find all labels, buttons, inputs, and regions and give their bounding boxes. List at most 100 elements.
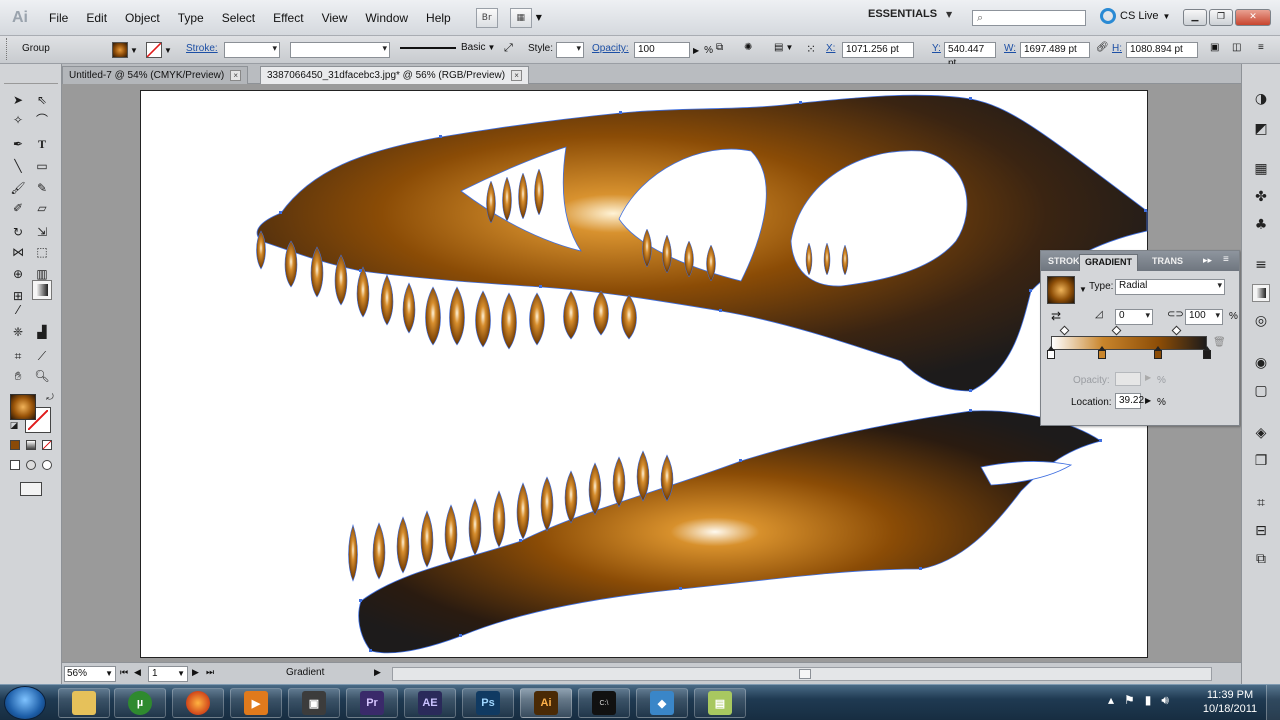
pathfinder-panel-icon[interactable]: ⧉ bbox=[1252, 550, 1270, 568]
system-clock[interactable]: 11:39 PM 10/18/2011 bbox=[1198, 688, 1262, 716]
type-tool-icon[interactable]: T bbox=[32, 134, 52, 154]
artboard-select[interactable]: 1 ▼ bbox=[148, 666, 188, 682]
swap-fill-stroke-icon[interactable]: ⤾ bbox=[40, 388, 60, 408]
menu-edit[interactable]: Edit bbox=[77, 11, 116, 25]
gripper[interactable] bbox=[6, 38, 8, 60]
x-label[interactable]: X: bbox=[826, 43, 835, 54]
height-input[interactable]: 1080.894 pt bbox=[1126, 42, 1198, 58]
taskbar-media-player[interactable]: ▶ bbox=[230, 688, 282, 718]
opacity-label[interactable]: Opacity: bbox=[592, 43, 629, 54]
align-icon[interactable]: ▤ ▼ bbox=[774, 42, 793, 53]
stroke-panel-icon[interactable]: ≡ bbox=[1252, 256, 1270, 274]
selection-tool-icon[interactable]: ➤ bbox=[8, 90, 28, 110]
free-transform-tool-icon[interactable]: ⬚ bbox=[32, 242, 52, 262]
menu-type[interactable]: Type bbox=[169, 11, 213, 25]
stop-location-input[interactable]: 39.22 bbox=[1115, 393, 1144, 409]
document-setup-icon[interactable]: ⧉ bbox=[716, 42, 723, 53]
layers-panel-icon[interactable]: ◈ bbox=[1252, 424, 1270, 442]
transparency-panel-icon[interactable]: ◎ bbox=[1252, 312, 1270, 330]
status-menu-arrow-icon[interactable]: ▶ bbox=[374, 667, 381, 678]
artboard[interactable] bbox=[140, 90, 1148, 658]
eraser-tool-icon[interactable]: ▱ bbox=[32, 198, 52, 218]
transform-panel-icon[interactable]: ⌗ bbox=[1252, 494, 1270, 512]
artboard-tool-icon[interactable]: ⌗ bbox=[8, 346, 28, 366]
close-icon[interactable]: × bbox=[511, 70, 523, 81]
line-tool-icon[interactable]: ╲ bbox=[8, 156, 28, 176]
help-search-input[interactable]: ⌕ bbox=[972, 10, 1086, 26]
gradient-stop[interactable] bbox=[1154, 346, 1162, 359]
appearance-panel-icon[interactable]: ◉ bbox=[1252, 354, 1270, 372]
gradient-stop[interactable] bbox=[1047, 346, 1055, 359]
gradient-stop[interactable] bbox=[1203, 346, 1211, 359]
rotate-tool-icon[interactable]: ↻ bbox=[8, 222, 28, 242]
w-label[interactable]: W: bbox=[1004, 43, 1016, 54]
chevron-down-icon[interactable]: ▼ bbox=[536, 13, 542, 22]
aspect-ratio-input[interactable]: 100 bbox=[1185, 309, 1223, 325]
graph-tool-icon[interactable]: ▟ bbox=[32, 322, 52, 342]
taskbar-virtualbox[interactable]: ◆ bbox=[636, 688, 688, 718]
magic-wand-tool-icon[interactable]: ✧ bbox=[8, 110, 28, 130]
screen-mode-button[interactable] bbox=[20, 482, 42, 496]
isolate-icon[interactable]: ◫ bbox=[1232, 42, 1241, 53]
taskbar-explorer[interactable] bbox=[58, 688, 110, 718]
swatches-panel-icon[interactable]: ▦ bbox=[1252, 160, 1270, 178]
brushes-panel-icon[interactable]: ✤ bbox=[1252, 188, 1270, 206]
workspace-switcher[interactable]: ESSENTIALS bbox=[868, 8, 937, 20]
reference-point-icon[interactable]: ⁙ bbox=[806, 42, 816, 56]
tab-active-document[interactable]: 3387066450_31dfacebc3.jpg* @ 56% (RGB/Pr… bbox=[260, 66, 530, 84]
draw-behind-button[interactable] bbox=[26, 460, 36, 470]
taskbar-photoshop[interactable]: Ps bbox=[462, 688, 514, 718]
pencil-tool-icon[interactable]: ✎ bbox=[32, 178, 52, 198]
y-label[interactable]: Y: bbox=[932, 43, 941, 54]
default-fill-stroke-icon[interactable]: ◪ bbox=[4, 416, 24, 436]
taskbar-notes[interactable]: ▤ bbox=[694, 688, 746, 718]
first-artboard-icon[interactable]: ⏮ bbox=[120, 667, 128, 678]
transform-icon[interactable]: ▣ bbox=[1210, 42, 1219, 53]
menu-effect[interactable]: Effect bbox=[264, 11, 312, 25]
eyedropper-tool-icon[interactable]: ⁄ bbox=[8, 300, 28, 320]
minimize-button[interactable]: ▁ bbox=[1183, 9, 1207, 26]
rectangle-tool-icon[interactable]: ▭ bbox=[32, 156, 52, 176]
gradient-fill-preview[interactable] bbox=[1047, 276, 1075, 304]
lasso-tool-icon[interactable]: ⌒ bbox=[32, 110, 52, 130]
tab-gradient[interactable]: GRADIENT bbox=[1079, 254, 1138, 271]
stroke-weight-select[interactable] bbox=[224, 42, 280, 58]
opacity-input[interactable]: 100 bbox=[634, 42, 690, 58]
taskbar-camtasia[interactable]: ▣ bbox=[288, 688, 340, 718]
flag-icon[interactable]: ⚑ bbox=[1124, 693, 1135, 708]
draw-normal-button[interactable] bbox=[10, 460, 20, 470]
width-tool-icon[interactable]: ⋈ bbox=[8, 242, 28, 262]
tools-panel-header[interactable] bbox=[4, 68, 58, 84]
chevron-right-icon[interactable]: ▶ bbox=[1145, 396, 1151, 405]
color-guide-panel-icon[interactable]: ◩ bbox=[1252, 120, 1270, 138]
tab-untitled-7[interactable]: Untitled-7 @ 54% (CMYK/Preview) × bbox=[62, 66, 249, 84]
taskbar-command-prompt[interactable]: C:\ bbox=[578, 688, 630, 718]
restore-button[interactable]: ❐ bbox=[1209, 9, 1233, 26]
start-button[interactable] bbox=[4, 686, 46, 720]
menu-help[interactable]: Help bbox=[417, 11, 460, 25]
midpoint-diamond[interactable] bbox=[1171, 325, 1182, 336]
angle-input[interactable]: 0 bbox=[1115, 309, 1153, 325]
tab-transparency[interactable]: TRANS bbox=[1147, 254, 1188, 271]
horizontal-scrollbar[interactable] bbox=[392, 667, 1212, 681]
stroke-label[interactable]: Stroke: bbox=[186, 43, 218, 54]
symbols-panel-icon[interactable]: ♣ bbox=[1252, 216, 1270, 234]
cs-live-button[interactable]: CS Live ▼ bbox=[1100, 8, 1170, 24]
graphic-styles-panel-icon[interactable]: ▢ bbox=[1252, 382, 1270, 400]
show-hidden-icons-icon[interactable]: ▴ bbox=[1108, 693, 1114, 708]
fill-control[interactable]: ▼ bbox=[112, 42, 138, 58]
align-stroke-icon[interactable]: ⤢ bbox=[504, 42, 513, 55]
show-desktop-button[interactable] bbox=[1266, 685, 1280, 720]
chevron-down-icon[interactable]: ▼ bbox=[130, 46, 138, 55]
stroke-control[interactable]: ▼ bbox=[146, 42, 172, 58]
volume-icon[interactable]: 🔊︎ bbox=[1161, 693, 1169, 708]
link-proportions-icon[interactable]: 🔗︎ bbox=[1096, 42, 1109, 53]
draw-inside-button[interactable] bbox=[42, 460, 52, 470]
color-panel-icon[interactable]: ◑ bbox=[1252, 90, 1270, 108]
gradient-panel-icon[interactable] bbox=[1252, 284, 1270, 302]
close-icon[interactable]: × bbox=[230, 70, 242, 81]
color-mode-button[interactable] bbox=[10, 440, 20, 450]
gradient-tool-icon[interactable] bbox=[32, 280, 52, 300]
chevron-down-icon[interactable]: ▼ bbox=[164, 46, 172, 55]
chevron-right-icon[interactable]: ▶ bbox=[693, 46, 699, 55]
